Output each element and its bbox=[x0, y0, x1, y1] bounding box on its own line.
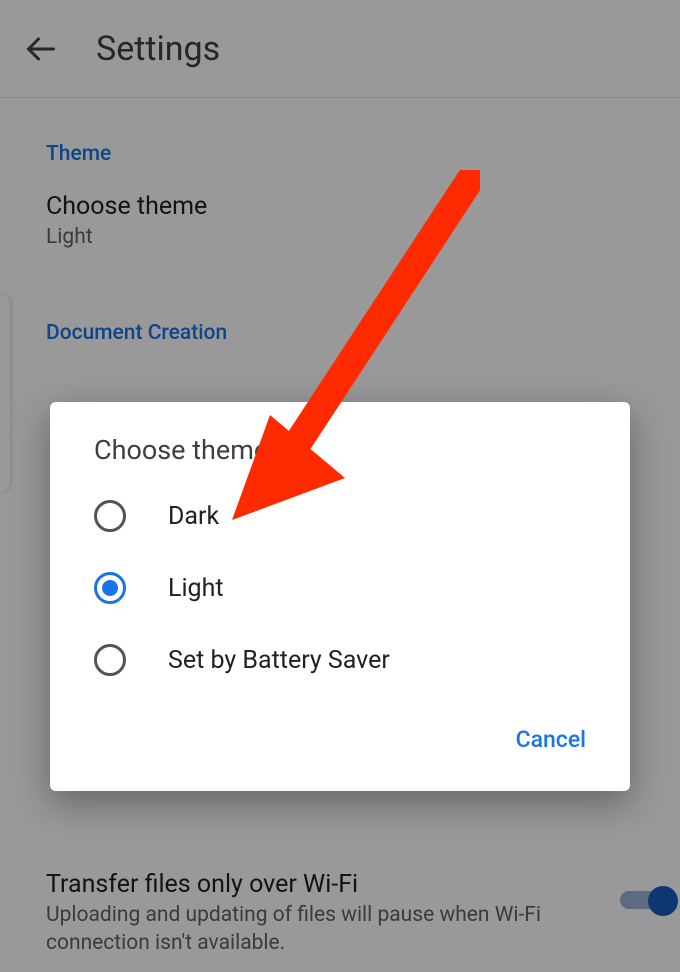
choose-theme-dialog: Choose theme Dark Light Set by Battery S… bbox=[50, 402, 630, 791]
radio-off-icon bbox=[94, 500, 126, 532]
radio-on-icon bbox=[94, 572, 126, 604]
option-label-dark: Dark bbox=[168, 502, 219, 531]
dialog-title: Choose theme bbox=[50, 434, 630, 480]
cancel-button[interactable]: Cancel bbox=[508, 716, 594, 763]
option-label-light: Light bbox=[168, 574, 224, 603]
radio-off-icon bbox=[94, 644, 126, 676]
theme-option-light[interactable]: Light bbox=[50, 552, 630, 624]
option-label-battery: Set by Battery Saver bbox=[168, 646, 390, 675]
dialog-actions: Cancel bbox=[50, 696, 630, 773]
theme-option-dark[interactable]: Dark bbox=[50, 480, 630, 552]
theme-option-battery-saver[interactable]: Set by Battery Saver bbox=[50, 624, 630, 696]
